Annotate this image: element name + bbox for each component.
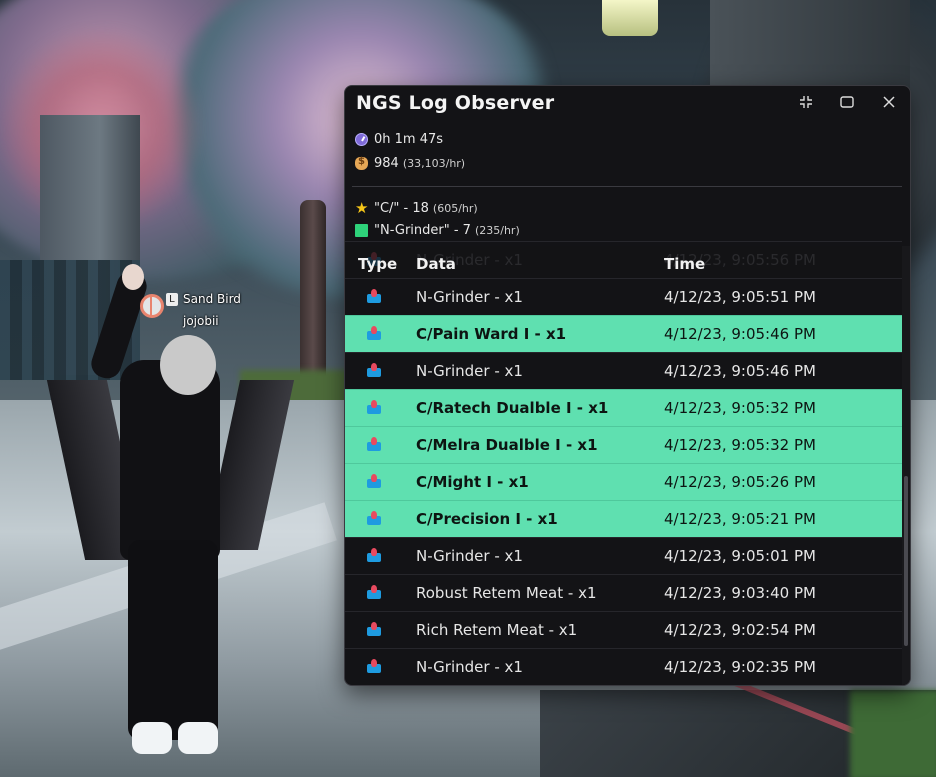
clock-icon [355,133,368,146]
row-time: 4/12/23, 9:05:26 PM [664,473,816,491]
meseta-stat: 984 (33,103/hr) [355,156,465,171]
row-data: C/Precision I - x1 [416,510,558,528]
item-drop-icon [367,363,381,377]
row-time: 4/12/23, 9:03:40 PM [664,584,816,602]
row-data: N-Grinder - x1 [416,288,523,306]
row-time: 4/12/23, 9:05:46 PM [664,325,816,343]
row-data: Robust Retem Meat - x1 [416,584,597,602]
tracked-label: "C/" - 18 [374,201,429,216]
item-drop-icon [367,437,381,451]
item-drop-icon [367,585,381,599]
row-data: N-Grinder - x1 [416,547,523,565]
window-title: NGS Log Observer [356,92,555,114]
key-hint: L [166,293,178,306]
scrollbar-thumb[interactable] [904,476,908,646]
character-body [120,360,220,560]
elapsed-time: 0h 1m 47s [355,132,443,147]
target-reticle-icon[interactable] [140,294,164,318]
tracked-filter-c: ★ "C/" - 18 (605/hr) [355,199,478,217]
table-row[interactable]: N-Grinder - x1 4/12/23, 9:05:01 PM [345,537,902,574]
row-data: C/Might I - x1 [416,473,529,491]
table-row[interactable]: C/Pain Ward I - x1 4/12/23, 9:05:46 PM [345,315,902,352]
character-hand [122,264,144,290]
scrollbar[interactable] [902,246,910,685]
x-icon [883,96,895,108]
row-data: Rich Retem Meat - x1 [416,621,578,639]
structure-pillar [710,0,910,90]
table-row[interactable]: C/Precision I - x1 4/12/23, 9:05:21 PM [345,500,902,537]
log-observer-window: NGS Log Observer 0h 1m 47s 984 (33,103/h… [344,85,911,686]
lamp-light [602,0,658,36]
log-table-header: Type Data Time [345,246,902,278]
item-drop-icon [367,548,381,562]
row-data: N-Grinder - x1 [416,362,523,380]
character-shoe [178,722,218,754]
elapsed-time-text: 0h 1m 47s [374,132,444,147]
tracked-rate: (605/hr) [432,202,478,215]
row-data: C/Pain Ward I - x1 [416,325,567,343]
column-header-type[interactable]: Type [358,255,397,273]
star-icon: ★ [355,199,369,217]
column-header-data[interactable]: Data [416,255,456,273]
table-row[interactable]: C/Ratech Dualble I - x1 4/12/23, 9:05:32 … [345,389,902,426]
row-data: C/Ratech Dualble I - x1 [416,399,609,417]
row-data: N-Grinder - x1 [416,658,523,676]
meseta-rate: (33,103/hr) [402,157,466,170]
table-row[interactable]: Rich Retem Meat - x1 4/12/23, 9:02:54 PM [345,611,902,648]
row-time: 4/12/23, 9:05:46 PM [664,362,816,380]
divider [352,186,902,187]
tracked-label: "N-Grinder" - 7 [374,223,471,238]
item-drop-icon [367,511,381,525]
close-button[interactable] [876,90,902,114]
row-data: C/Melra Dualble I - x1 [416,436,598,454]
log-table-body[interactable]: N-Grinder - x14/12/23, 9:05:56 PMN-Grind… [345,241,902,685]
row-time: 4/12/23, 9:02:54 PM [664,621,816,639]
row-time: 4/12/23, 9:02:35 PM [664,658,816,676]
tracked-rate: (235/hr) [474,224,520,237]
item-drop-icon [367,659,381,673]
grass-patch [850,690,936,777]
npc-name: Sand Bird [183,292,241,306]
tracked-filter-ngrinder: "N-Grinder" - 7 (235/hr) [355,223,520,238]
row-time: 4/12/23, 9:05:51 PM [664,288,816,306]
table-row[interactable]: N-Grinder - x1 4/12/23, 9:05:51 PM [345,278,902,315]
item-drop-icon [367,326,381,340]
money-bag-icon [355,156,368,170]
item-drop-icon [367,289,381,303]
row-time: 4/12/23, 9:05:32 PM [664,399,816,417]
character-legs [128,540,218,740]
table-row[interactable]: C/Might I - x1 4/12/23, 9:05:26 PM [345,463,902,500]
meseta-value: 984 [374,156,399,171]
table-row[interactable]: C/Melra Dualble I - x1 4/12/23, 9:05:32 P… [345,426,902,463]
item-drop-icon [367,400,381,414]
row-time: 4/12/23, 9:05:01 PM [664,547,816,565]
column-header-time[interactable]: Time [664,255,705,273]
table-row[interactable]: N-Grinder - x1 4/12/23, 9:05:46 PM [345,352,902,389]
table-row[interactable]: Robust Retem Meat - x1 4/12/23, 9:03:40 P… [345,574,902,611]
square-icon [840,96,854,108]
maximize-button[interactable] [834,90,860,114]
character-head [160,335,216,395]
collapse-button[interactable] [793,90,819,114]
collapse-arrows-icon [800,96,812,108]
row-time: 4/12/23, 9:05:32 PM [664,436,816,454]
character-shoe [132,722,172,754]
table-row[interactable]: N-Grinder - x1 4/12/23, 9:02:35 PM [345,648,902,685]
item-drop-icon [367,622,381,636]
item-drop-icon [367,474,381,488]
row-time: 4/12/23, 9:05:21 PM [664,510,816,528]
green-square-icon [355,224,368,237]
player-name: jojobii [183,314,219,328]
